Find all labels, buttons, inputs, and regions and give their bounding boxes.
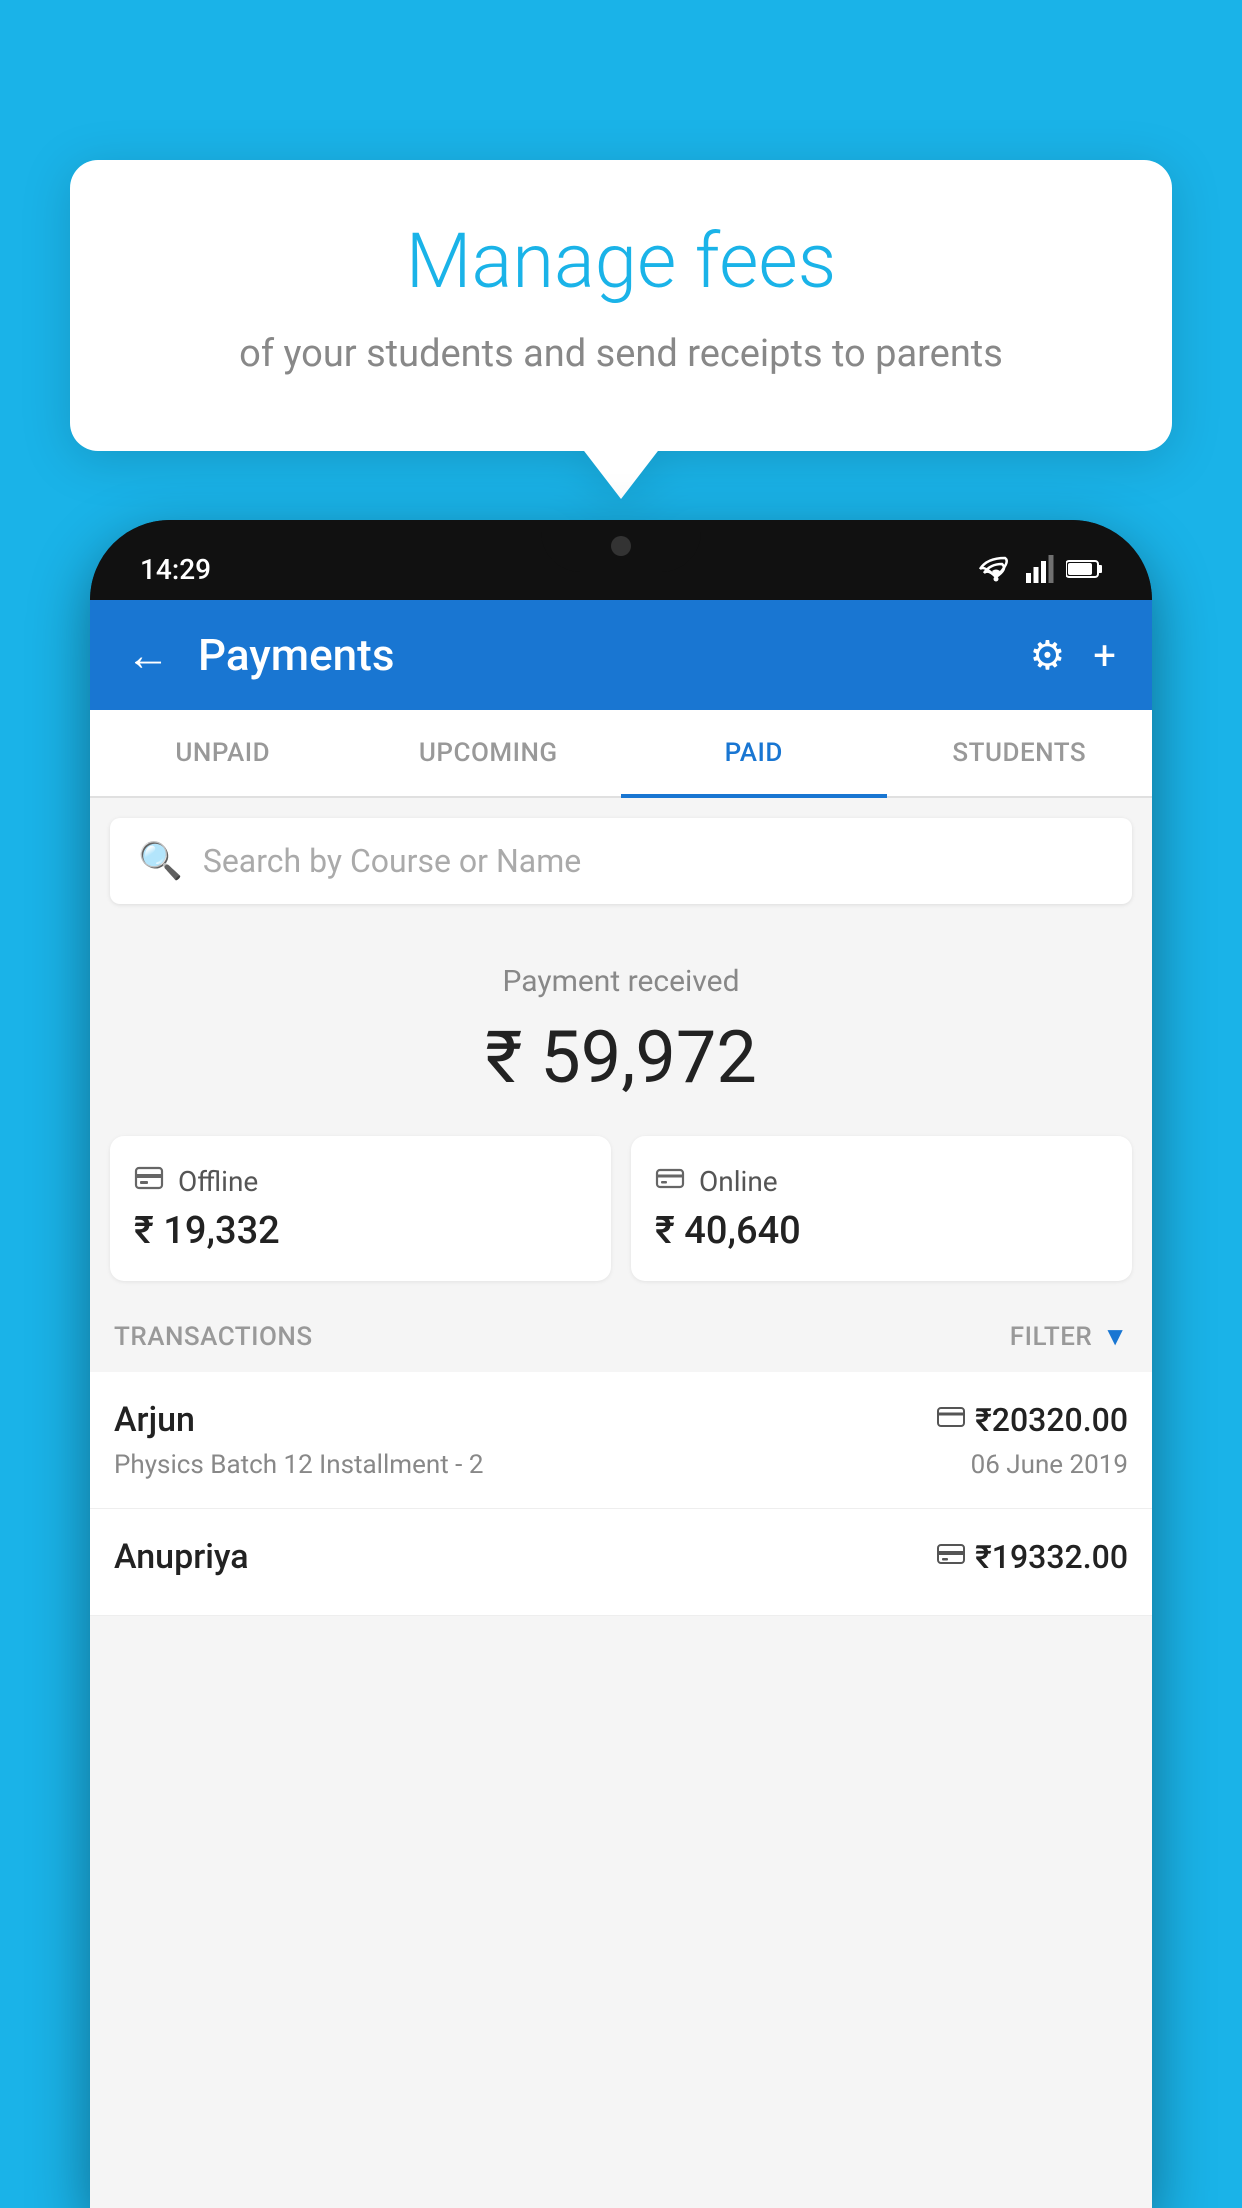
signal-icon <box>1026 555 1054 583</box>
transaction-row[interactable]: Anupriya ₹19332.00 <box>90 1509 1152 1616</box>
tab-unpaid[interactable]: UNPAID <box>90 710 356 796</box>
transaction-top: Arjun ₹20320.00 <box>114 1400 1128 1440</box>
offline-icon <box>134 1164 164 1199</box>
app-screen: ← Payments ⚙ + UNPAID UPCOMING PAID STUD… <box>90 600 1152 2208</box>
online-card: Online ₹ 40,640 <box>631 1136 1132 1281</box>
filter-row[interactable]: FILTER ▼ <box>1010 1321 1128 1352</box>
payment-summary: Payment received ₹ 59,972 <box>90 924 1152 1136</box>
transaction-date: 06 June 2019 <box>971 1450 1128 1480</box>
transaction-name: Arjun <box>114 1400 195 1440</box>
camera <box>611 536 631 556</box>
transaction-amount-row: ₹19332.00 <box>937 1538 1128 1576</box>
offline-amount: ₹ 19,332 <box>134 1209 587 1253</box>
transaction-top: Anupriya ₹19332.00 <box>114 1537 1128 1577</box>
transactions-header: TRANSACTIONS FILTER ▼ <box>90 1301 1152 1372</box>
online-label-row: Online <box>655 1164 1108 1199</box>
transaction-amount: ₹19332.00 <box>975 1538 1128 1576</box>
wifi-icon <box>978 555 1014 583</box>
search-placeholder: Search by Course or Name <box>203 842 581 880</box>
transaction-desc: Physics Batch 12 Installment - 2 <box>114 1450 483 1480</box>
header-icons: ⚙ + <box>1029 632 1116 679</box>
phone-container: 14:29 <box>90 520 1152 2208</box>
transaction-amount: ₹20320.00 <box>975 1401 1128 1439</box>
offline-card: Offline ₹ 19,332 <box>110 1136 611 1281</box>
offline-label-row: Offline <box>134 1164 587 1199</box>
tab-paid[interactable]: PAID <box>621 710 887 796</box>
tab-upcoming[interactable]: UPCOMING <box>356 710 622 796</box>
transaction-amount-row: ₹20320.00 <box>937 1401 1128 1439</box>
bubble-subtitle: of your students and send receipts to pa… <box>120 328 1122 381</box>
search-icon: 🔍 <box>138 840 183 882</box>
online-amount: ₹ 40,640 <box>655 1209 1108 1253</box>
tabs-bar: UNPAID UPCOMING PAID STUDENTS <box>90 710 1152 798</box>
add-icon[interactable]: + <box>1093 632 1116 679</box>
phone-notch <box>541 520 701 572</box>
online-payment-icon <box>937 1405 965 1435</box>
payment-total-amount: ₹ 59,972 <box>110 1015 1132 1100</box>
speech-bubble: Manage fees of your students and send re… <box>70 160 1172 451</box>
app-header: ← Payments ⚙ + <box>90 600 1152 710</box>
transactions-label: TRANSACTIONS <box>114 1322 313 1352</box>
status-time: 14:29 <box>140 553 211 586</box>
offline-payment-icon <box>937 1542 965 1572</box>
online-label: Online <box>699 1165 778 1198</box>
back-button[interactable]: ← <box>126 629 170 681</box>
status-icons <box>978 555 1102 583</box>
filter-icon: ▼ <box>1102 1321 1128 1352</box>
filter-label: FILTER <box>1010 1322 1092 1352</box>
tab-students[interactable]: STUDENTS <box>887 710 1153 796</box>
search-bar[interactable]: 🔍 Search by Course or Name <box>110 818 1132 904</box>
online-icon <box>655 1164 685 1199</box>
payment-received-label: Payment received <box>110 964 1132 999</box>
transaction-bottom: Physics Batch 12 Installment - 2 06 June… <box>114 1450 1128 1480</box>
page-title: Payments <box>198 629 1029 681</box>
transaction-name: Anupriya <box>114 1537 249 1577</box>
transaction-row[interactable]: Arjun ₹20320.00 Physics Batch 12 Install… <box>90 1372 1152 1509</box>
settings-icon[interactable]: ⚙ <box>1029 632 1065 679</box>
battery-icon <box>1066 559 1102 579</box>
bubble-title: Manage fees <box>120 220 1122 304</box>
offline-label: Offline <box>178 1165 258 1198</box>
payment-cards: Offline ₹ 19,332 Online ₹ 40,640 <box>110 1136 1132 1281</box>
